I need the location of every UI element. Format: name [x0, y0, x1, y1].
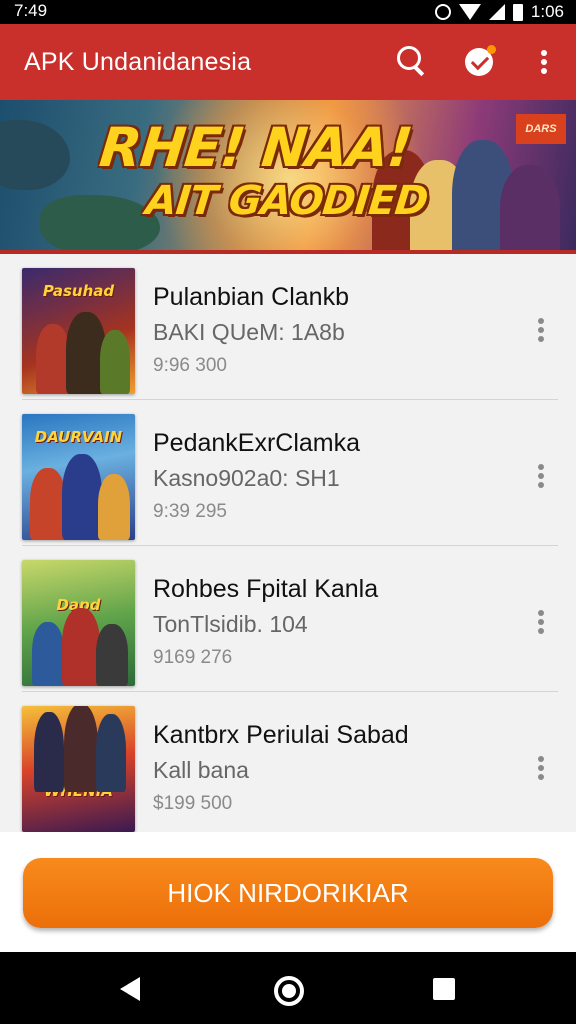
back-icon[interactable] [120, 977, 140, 1001]
list-item[interactable]: WHENIA Kantbrx Periulai Sabad Kall bana … [0, 692, 576, 832]
list-item[interactable]: Dapd Rohbes Fpital Kanla TonTlsidib. 104… [0, 546, 576, 692]
battery-icon [512, 3, 523, 21]
recent-apps-icon[interactable] [433, 978, 455, 1000]
status-clock: 1:06 [530, 2, 564, 21]
more-options-icon[interactable] [530, 44, 558, 80]
app-meta: 9:39 295 [153, 501, 227, 522]
app-thumbnail: DAURVAIN [22, 414, 135, 540]
search-icon[interactable] [394, 44, 430, 80]
wifi-icon [458, 4, 481, 20]
status-time: 7:49 [14, 1, 48, 20]
app-list: Pasuhad Pulanbian Clankb BAKI QUeM: 1A8b… [0, 254, 576, 832]
app-thumbnail: WHENIA [22, 706, 135, 832]
signal-icon [488, 4, 505, 20]
bottom-action-area: HIOK NIRDORIKIAR [0, 832, 576, 952]
app-name: Kantbrx Periulai Sabad [153, 721, 409, 749]
promo-banner[interactable]: RHE! NAA! AIT GAODIED DARS [0, 100, 576, 254]
system-nav-bar [0, 952, 576, 1024]
app-title: APK Undanidanesia [24, 48, 252, 76]
item-menu-icon[interactable] [532, 316, 550, 344]
app-meta: $199 500 [153, 793, 233, 814]
app-bar: APK Undanidanesia [0, 24, 576, 100]
banner-subheadline: AIT GAODIED [143, 178, 430, 224]
notification-icon[interactable] [462, 44, 498, 80]
app-name: Pulanbian Clankb [153, 283, 349, 311]
banner-headline: RHE! NAA! [96, 116, 415, 179]
notification-dot [487, 45, 496, 54]
app-thumbnail: Dapd [22, 560, 135, 686]
app-subtitle: TonTlsidib. 104 [153, 611, 308, 637]
app-subtitle: Kasno902a0: SH1 [153, 465, 340, 491]
home-icon[interactable] [274, 976, 304, 1006]
item-menu-icon[interactable] [532, 462, 550, 490]
list-item[interactable]: Pasuhad Pulanbian Clankb BAKI QUeM: 1A8b… [0, 254, 576, 400]
app-subtitle: Kall bana [153, 757, 249, 783]
app-name: PedankExrClamka [153, 429, 361, 457]
app-meta: 9169 276 [153, 647, 233, 668]
app-meta: 9:96 300 [153, 355, 227, 376]
alarm-icon [434, 4, 451, 20]
primary-action-button[interactable]: HIOK NIRDORIKIAR [23, 858, 553, 928]
status-icons: 1:06 [434, 2, 564, 22]
app-name: Rohbes Fpital Kanla [153, 575, 379, 603]
banner-badge: DARS [516, 114, 566, 144]
list-item[interactable]: DAURVAIN PedankExrClamka Kasno902a0: SH1… [0, 400, 576, 546]
app-thumbnail: Pasuhad [22, 268, 135, 394]
item-menu-icon[interactable] [532, 754, 550, 782]
status-bar: 7:49 1:06 [0, 0, 576, 24]
app-subtitle: BAKI QUeM: 1A8b [153, 319, 345, 345]
item-menu-icon[interactable] [532, 608, 550, 636]
